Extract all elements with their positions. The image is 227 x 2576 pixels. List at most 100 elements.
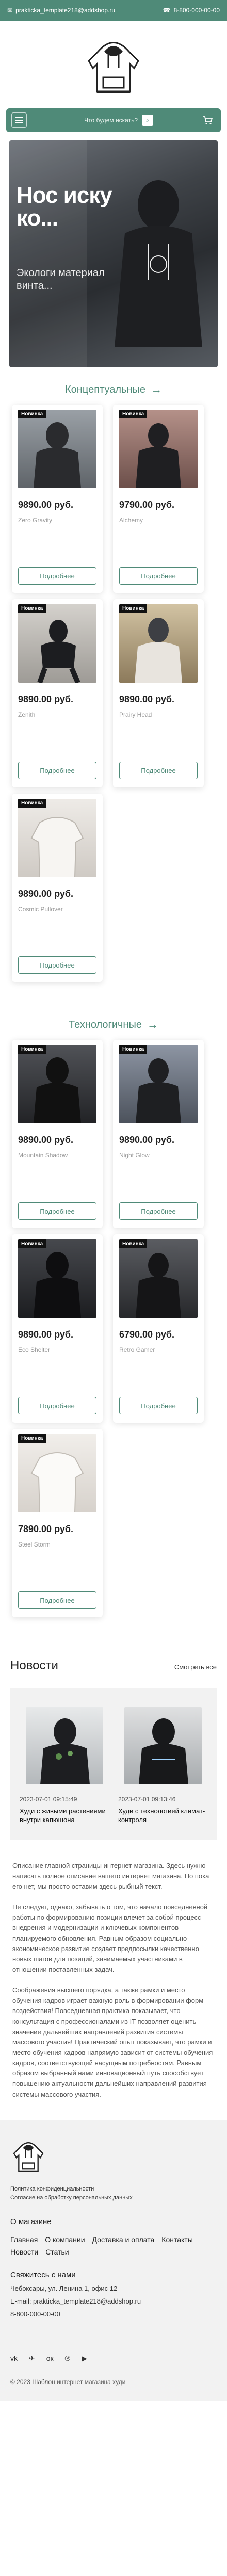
details-button[interactable]: Подробнее xyxy=(18,956,96,974)
news-header: Новости Смотреть все xyxy=(0,1659,227,1673)
product-card[interactable]: Новинка 9890.00 руб. Zenith Подробнее xyxy=(12,599,103,787)
hero-title: Нос иску ко... xyxy=(17,183,112,231)
footer-nav-about[interactable]: О компании xyxy=(45,2235,85,2244)
details-button[interactable]: Подробнее xyxy=(18,1202,96,1220)
product-name[interactable]: Cosmic Pullover xyxy=(18,906,96,913)
topbar-email[interactable]: ✉ prakticka_template218@addshop.ru xyxy=(7,7,115,14)
product-price: 9890.00 руб. xyxy=(18,1329,73,1340)
footer-nav-contacts[interactable]: Контакты xyxy=(161,2235,192,2244)
telegram-icon[interactable]: ✈ xyxy=(29,2354,35,2363)
menu-icon-line xyxy=(15,122,23,123)
arrow-right-icon: → xyxy=(147,1018,158,1031)
footer-nav-news[interactable]: Новости xyxy=(10,2248,38,2256)
product-image[interactable]: Новинка xyxy=(119,410,198,488)
search-button[interactable]: ⌕ xyxy=(142,115,153,126)
news-title: Новости xyxy=(10,1659,58,1672)
search-input[interactable] xyxy=(76,117,138,124)
news-item[interactable]: 2023-07-01 09:15:49 Худи с живыми растен… xyxy=(18,1707,111,1825)
ok-icon[interactable]: ок xyxy=(46,2354,54,2362)
details-button[interactable]: Подробнее xyxy=(119,567,198,585)
hero-banner[interactable]: Нос иску ко... Экологи материал винта... xyxy=(9,140,218,367)
product-image[interactable]: Новинка xyxy=(18,1239,96,1318)
footer-nav-home[interactable]: Главная xyxy=(10,2235,38,2244)
new-badge: Новинка xyxy=(119,604,148,613)
menu-icon-line xyxy=(15,117,23,118)
details-button[interactable]: Подробнее xyxy=(18,762,96,779)
section-heading-concept[interactable]: Концептуальные → xyxy=(0,383,227,396)
news-link[interactable]: Худи с живыми растениями внутри капюшона xyxy=(20,1807,109,1825)
privacy-policy-link[interactable]: Политика конфиденциальности xyxy=(10,2185,217,2194)
new-badge: Новинка xyxy=(119,1239,148,1248)
product-name[interactable]: Zero Gravity xyxy=(18,517,96,524)
topbar-phone[interactable]: ☎ 8-800-000-00-00 xyxy=(163,7,220,14)
cart-button[interactable] xyxy=(200,112,216,128)
product-card[interactable]: Новинка 9890.00 руб. Mountain Shadow Под… xyxy=(12,1040,103,1228)
product-image[interactable]: Новинка xyxy=(119,1239,198,1318)
product-card[interactable]: Новинка 9790.00 руб. Alchemy Подробнее xyxy=(113,405,204,593)
new-badge: Новинка xyxy=(18,799,46,808)
details-button[interactable]: Подробнее xyxy=(119,1202,198,1220)
news-link[interactable]: Худи с технологией климат-контроля xyxy=(118,1807,207,1825)
product-name[interactable]: Retro Gamer xyxy=(119,1346,198,1354)
logo[interactable] xyxy=(0,21,227,108)
footer-about-title: О магазине xyxy=(10,2217,52,2226)
section-heading-tech[interactable]: Технологичные → xyxy=(0,1018,227,1032)
product-card[interactable]: Новинка 9890.00 руб. Prairy Head Подробн… xyxy=(113,599,204,787)
footer: Политика конфиденциальности Согласие на … xyxy=(0,2120,227,2401)
details-button[interactable]: Подробнее xyxy=(18,1591,96,1609)
footer-contact-title: Свяжитесь с нами xyxy=(10,2270,76,2279)
footer-nav-articles[interactable]: Статьи xyxy=(45,2248,69,2256)
product-card[interactable]: Новинка 9890.00 руб. Zero Gravity Подроб… xyxy=(12,405,103,593)
product-image[interactable]: Новинка xyxy=(18,1434,96,1512)
details-button[interactable]: Подробнее xyxy=(119,762,198,779)
product-image[interactable]: Новинка xyxy=(18,410,96,488)
menu-button[interactable] xyxy=(11,112,27,128)
product-card[interactable]: Новинка 9890.00 руб. Cosmic Pullover Под… xyxy=(12,794,103,982)
details-button[interactable]: Подробнее xyxy=(119,1397,198,1414)
product-name[interactable]: Eco Shelter xyxy=(18,1346,96,1354)
youtube-icon[interactable]: ▶ xyxy=(82,2354,87,2363)
news-item[interactable]: 2023-07-01 09:13:46 Худи с технологией к… xyxy=(116,1707,209,1825)
product-price: 9890.00 руб. xyxy=(119,694,174,704)
details-button[interactable]: Подробнее xyxy=(18,567,96,585)
product-price: 9790.00 руб. xyxy=(119,500,174,510)
product-image[interactable]: Новинка xyxy=(119,604,198,683)
product-image[interactable]: Новинка xyxy=(18,604,96,683)
topbar-phone-text: 8-800-000-00-00 xyxy=(173,7,220,14)
page: ✉ prakticka_template218@addshop.ru ☎ 8-8… xyxy=(0,0,227,2401)
product-card[interactable]: Новинка 9890.00 руб. Eco Shelter Подробн… xyxy=(12,1234,103,1423)
product-card[interactable]: Новинка 7890.00 руб. Steel Storm Подробн… xyxy=(12,1429,103,1617)
details-button[interactable]: Подробнее xyxy=(18,1397,96,1414)
product-card[interactable]: Новинка 9890.00 руб. Night Glow Подробне… xyxy=(113,1040,204,1228)
news-image[interactable] xyxy=(25,1707,103,1784)
product-card[interactable]: Новинка 6790.00 руб. Retro Gamer Подробн… xyxy=(113,1234,204,1423)
product-name[interactable]: Night Glow xyxy=(119,1152,198,1159)
product-name[interactable]: Alchemy xyxy=(119,517,198,524)
new-badge: Новинка xyxy=(119,1045,148,1054)
view-all-news-link[interactable]: Смотреть все xyxy=(174,1663,217,1671)
product-image[interactable]: Новинка xyxy=(119,1045,198,1123)
personal-data-consent-link[interactable]: Согласие на обработку персональных данны… xyxy=(10,2194,217,2203)
hoodie-logo-icon xyxy=(88,42,139,93)
new-badge: Новинка xyxy=(18,1239,46,1248)
product-image[interactable]: Новинка xyxy=(18,1045,96,1123)
product-grid-tech: Новинка 9890.00 руб. Mountain Shadow Под… xyxy=(0,1040,227,1617)
product-name[interactable]: Prairy Head xyxy=(119,711,198,718)
product-price: 9890.00 руб. xyxy=(119,1135,174,1145)
product-name[interactable]: Zenith xyxy=(18,711,96,718)
vk-icon[interactable]: vk xyxy=(10,2354,18,2362)
product-image[interactable]: Новинка xyxy=(18,799,96,877)
news-image[interactable] xyxy=(124,1707,202,1784)
footer-hoodie-logo-icon[interactable] xyxy=(10,2136,46,2175)
search-icon: ⌕ xyxy=(145,116,150,124)
footer-nav-delivery[interactable]: Доставка и оплата xyxy=(92,2235,155,2244)
product-name[interactable]: Steel Storm xyxy=(18,1541,96,1548)
product-name[interactable]: Mountain Shadow xyxy=(18,1152,96,1159)
mail-icon: ✉ xyxy=(7,7,13,14)
footer-phone[interactable]: 8-800-000-00-00 xyxy=(10,2310,217,2318)
hero-model-image xyxy=(115,180,202,347)
description-paragraph: Соображения высшего порядка, а также рам… xyxy=(12,1986,213,2098)
footer-email[interactable]: E-mail: prakticka_template218@addshop.ru xyxy=(10,2297,217,2305)
news-date: 2023-07-01 09:15:49 xyxy=(20,1796,77,1803)
pinterest-icon[interactable]: ℗ xyxy=(65,2354,70,2362)
